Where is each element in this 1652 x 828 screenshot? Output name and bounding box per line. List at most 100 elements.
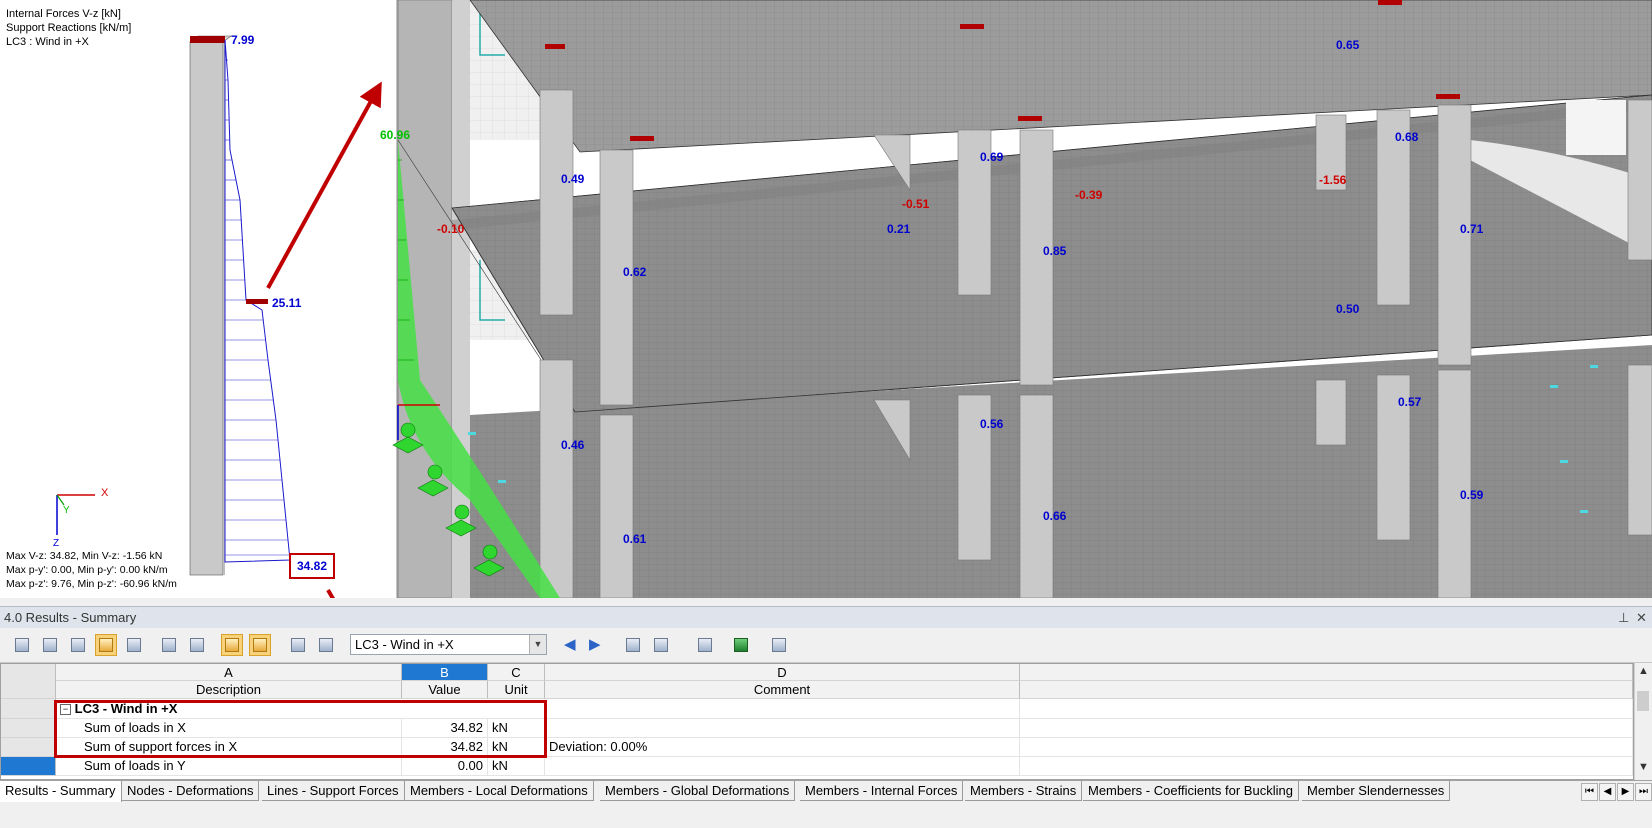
table-row-value[interactable]: 34.82 [402, 719, 488, 738]
loadcase-select-value: LC3 - Wind in +X [355, 637, 454, 652]
column-settings-icon[interactable] [694, 634, 716, 656]
scroll-thumb[interactable] [1637, 691, 1649, 711]
max-min-py: Max p-y': 0.00, Min p-y': 0.00 kN/m [6, 564, 168, 576]
table-row-value[interactable]: 0.00 [402, 757, 488, 776]
axis-y-label: Y [63, 505, 70, 516]
previous-loadcase-icon[interactable]: ◀ [564, 635, 576, 653]
tab-nodes-deformations[interactable]: Nodes - Deformations [122, 781, 260, 801]
select-in-graphic-icon[interactable] [622, 634, 644, 656]
column-title-description[interactable]: Description [56, 681, 402, 699]
vertical-scrollbar[interactable]: ▲ ▼ [1634, 663, 1652, 780]
table-row-unit[interactable]: kN [488, 719, 545, 738]
next-tab-icon[interactable]: ▶ [1617, 783, 1634, 801]
model-value: 0.68 [1395, 130, 1419, 144]
result-diagram-icon[interactable] [95, 634, 117, 656]
model-value-negative: -0.10 [437, 222, 465, 236]
info-line-result-type: Internal Forces V-z [kN] [6, 8, 121, 20]
column-title-value[interactable]: Value [402, 681, 488, 699]
group-row[interactable]: − LC3 - Wind in +X [56, 699, 1020, 719]
empty-cell [1020, 719, 1633, 738]
collapse-icon[interactable]: − [60, 704, 71, 716]
table-row-description[interactable]: Sum of support forces in X [56, 738, 402, 757]
tab-lines-support-forces[interactable]: Lines - Support Forces [262, 781, 405, 801]
row-header[interactable] [1, 719, 56, 738]
column-title-unit[interactable]: Unit [488, 681, 545, 699]
table-row-description[interactable]: Sum of loads in Y [56, 757, 402, 776]
tab-members-strains[interactable]: Members - Strains [965, 781, 1083, 801]
max-min-pz: Max p-z': 9.76, Min p-z': -60.96 kN/m [6, 578, 177, 590]
model-value-negative: -0.39 [1075, 188, 1103, 202]
column-letter-c[interactable]: C [488, 664, 545, 681]
chevron-down-icon[interactable]: ▼ [529, 635, 546, 654]
model-value: 0.57 [1398, 395, 1422, 409]
close-icon[interactable]: ✕ [1636, 610, 1647, 626]
column-letter-b[interactable]: B [402, 664, 488, 681]
model-value: 0.56 [980, 417, 1004, 431]
model-value: 0.65 [1336, 38, 1360, 52]
insert-row-icon[interactable] [39, 634, 61, 656]
empty-cell [1020, 757, 1633, 776]
model-value: 0.21 [887, 222, 911, 236]
column-letter-empty [1020, 664, 1633, 681]
group-row-label: LC3 - Wind in +X [74, 701, 178, 716]
last-tab-icon[interactable]: ⏭ [1635, 783, 1652, 801]
structure-render [56, 0, 1652, 598]
row-header-selected[interactable] [1, 757, 56, 776]
previous-table-icon[interactable] [158, 634, 180, 656]
filter-icon[interactable] [221, 634, 243, 656]
model-value-negative: -1.56 [1319, 173, 1347, 187]
table-row-comment[interactable]: Deviation: 0.00% [545, 738, 1020, 757]
panel-title: 4.0 Results - Summary [4, 610, 137, 625]
model-value: 0.61 [623, 532, 647, 546]
empty-cell [1020, 738, 1633, 757]
scroll-up-icon[interactable]: ▲ [1638, 665, 1649, 677]
table-row-unit[interactable]: kN [488, 738, 545, 757]
search-icon[interactable] [650, 634, 672, 656]
table-view-icon[interactable] [287, 634, 309, 656]
model-value: 0.50 [1336, 302, 1360, 316]
info-line-support-reactions: Support Reactions [kN/m] [6, 22, 132, 34]
tab-members-internal-forces[interactable]: Members - Internal Forces [800, 781, 964, 801]
wall-value-mid: 25.11 [272, 296, 302, 310]
tab-results-summary[interactable]: Results - Summary [0, 781, 122, 803]
calculator-icon[interactable] [768, 634, 790, 656]
sort-icon[interactable] [67, 634, 89, 656]
column-title-comment[interactable]: Comment [545, 681, 1020, 699]
prev-tab-icon[interactable]: ◀ [1599, 783, 1616, 801]
table-row-unit[interactable]: kN [488, 757, 545, 776]
loadcase-select[interactable]: LC3 - Wind in +X ▼ [350, 634, 547, 655]
row-header[interactable] [1, 738, 56, 757]
table-row-description[interactable]: Sum of loads in X [56, 719, 402, 738]
model-value: 0.66 [1043, 509, 1067, 523]
results-tabs: Results - Summary Nodes - Deformations L… [0, 780, 1652, 803]
axis-x-label: X [101, 487, 109, 499]
tab-navigation: ⏮ ◀ ▶ ⏭ [1580, 781, 1652, 801]
next-loadcase-icon[interactable]: ▶ [589, 635, 601, 653]
scroll-down-icon[interactable]: ▼ [1638, 761, 1649, 773]
support-value-label: 60.96 [380, 128, 411, 142]
filter-members-icon[interactable] [249, 634, 271, 656]
tab-members-coefficients-buckling[interactable]: Members - Coefficients for Buckling [1083, 781, 1299, 801]
model-viewport[interactable]: Internal Forces V-z [kN] Support Reactio… [0, 0, 1652, 598]
row-header[interactable] [1, 699, 56, 719]
empty-cell [1020, 699, 1633, 719]
results-summary-table[interactable]: A B C D Description Value Unit Comment −… [0, 663, 1634, 780]
table-row-comment[interactable] [545, 719, 1020, 738]
excel-export-icon[interactable] [730, 634, 752, 656]
tab-members-global-deformations[interactable]: Members - Global Deformations [600, 781, 796, 801]
wall-value-top: 7.99 [231, 33, 255, 47]
table-row-value[interactable]: 34.82 [402, 738, 488, 757]
info-line-loadcase: LC3 : Wind in +X [6, 36, 89, 48]
edit-icon[interactable] [315, 634, 337, 656]
column-letter-a[interactable]: A [56, 664, 402, 681]
tab-member-slendernesses[interactable]: Member Slendernesses [1302, 781, 1451, 801]
first-tab-icon[interactable]: ⏮ [1581, 783, 1598, 801]
tab-members-local-deformations[interactable]: Members - Local Deformations [405, 781, 594, 801]
pin-icon[interactable]: ⊥ [1618, 610, 1629, 626]
show-results-icon[interactable] [11, 634, 33, 656]
table-row-comment[interactable] [545, 757, 1020, 776]
chart-icon[interactable] [123, 634, 145, 656]
next-table-icon[interactable] [186, 634, 208, 656]
model-value: 0.46 [561, 438, 585, 452]
column-letter-d[interactable]: D [545, 664, 1020, 681]
